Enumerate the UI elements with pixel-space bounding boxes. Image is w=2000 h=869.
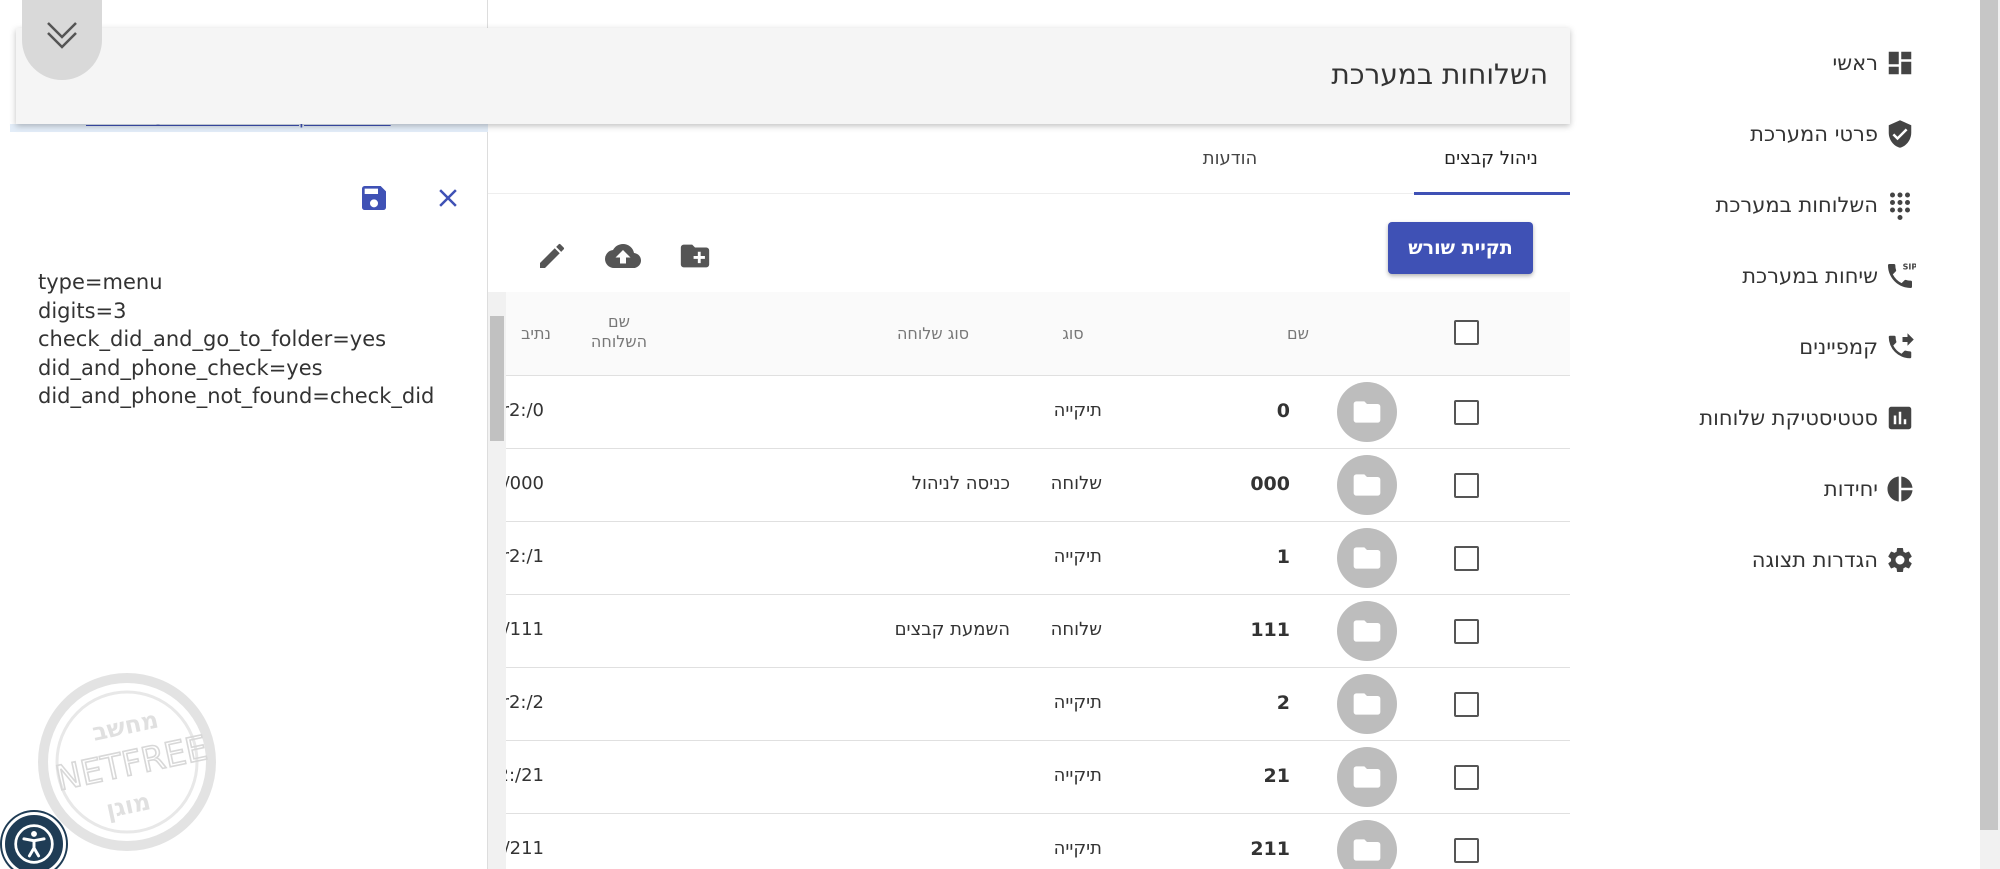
dialpad-icon [1884, 189, 1916, 221]
sidebar: ראשי פרטי המערכת השלוחות במערכת SIP שיחו… [1570, 0, 1980, 869]
add-folder-icon[interactable] [677, 238, 713, 274]
phone-forward-icon [1884, 331, 1916, 363]
folder-icon [1337, 601, 1397, 661]
sidebar-item-display-settings[interactable]: הגדרות תצוגה [1752, 540, 1916, 580]
table-scrollbar-thumb[interactable] [490, 316, 504, 441]
tab-file-management[interactable]: ניהול קבצים [1406, 148, 1576, 169]
tab-messages[interactable]: הודעות [1170, 148, 1290, 169]
folder-icon [1337, 382, 1397, 442]
active-tab-indicator [1414, 192, 1570, 195]
table-row[interactable]: 111 שלוחה השמעת קבצים /111 [488, 595, 1570, 668]
column-name: שם [1287, 324, 1309, 343]
edit-pencil-icon[interactable] [534, 238, 570, 274]
root-folder-button[interactable]: תקיית שורש [1388, 222, 1533, 274]
sidebar-item-label: שיחות במערכת [1742, 264, 1878, 288]
row-checkbox[interactable] [1454, 838, 1479, 863]
sidebar-item-label: יחידות [1823, 477, 1878, 501]
row-checkbox[interactable] [1454, 473, 1479, 498]
column-extension-name: שם השלוחה [590, 312, 648, 351]
row-checkbox[interactable] [1454, 619, 1479, 644]
row-name: 0 [1276, 400, 1290, 422]
page-scrollbar-thumb[interactable] [1980, 0, 1998, 830]
accessibility-button[interactable] [2, 812, 66, 869]
folder-icon [1337, 455, 1397, 515]
tabs-bar: ניהול קבצים הודעות [488, 130, 1570, 195]
row-name: 21 [1263, 765, 1290, 787]
row-checkbox[interactable] [1454, 400, 1479, 425]
column-path: נתיב [521, 324, 551, 343]
row-type: תיקייה [1053, 400, 1102, 421]
table-row[interactable]: 21 תיקייה 2:/21 [488, 741, 1570, 814]
sidebar-item-label: ראשי [1832, 51, 1878, 75]
bar-chart-icon [1884, 402, 1916, 434]
row-checkbox[interactable] [1454, 765, 1479, 790]
upload-cloud-icon[interactable] [605, 238, 641, 274]
page-header: השלוחות במערכת [16, 28, 1570, 124]
select-all-checkbox[interactable] [1454, 320, 1479, 345]
row-type: תיקייה [1053, 692, 1102, 713]
file-editor-panel: לשלוחה הקודמת - ומשם לכניסה לניהול type=… [0, 0, 488, 869]
accessibility-icon [14, 824, 54, 864]
collapse-panel-button[interactable] [22, 0, 102, 80]
folder-icon [1337, 528, 1397, 588]
row-type: שלוחה [1050, 473, 1102, 494]
table-row[interactable]: 2 תיקייה r2:/2 [488, 668, 1570, 741]
gear-icon [1884, 544, 1916, 576]
row-name: 1 [1276, 546, 1290, 568]
sidebar-item-home[interactable]: ראשי [1833, 43, 1916, 83]
row-path: /111 [503, 619, 544, 640]
row-checkbox[interactable] [1454, 546, 1479, 571]
sip-phone-icon: SIP [1884, 260, 1916, 292]
sidebar-item-label: פרטי המערכת [1750, 122, 1878, 146]
close-icon[interactable] [430, 180, 466, 216]
sidebar-item-label: הגדרות תצוגה [1751, 548, 1878, 572]
table-row[interactable]: 1 תיקייה r2:/1 [488, 522, 1570, 595]
sidebar-item-label: קמפיינים [1799, 335, 1878, 359]
svg-text:SIP: SIP [1903, 262, 1916, 271]
row-path: r2:/2 [501, 692, 544, 713]
row-type: תיקייה [1053, 546, 1102, 567]
dashboard-icon [1884, 47, 1916, 79]
sidebar-item-label: השלוחות במערכת [1715, 193, 1878, 217]
ini-file-content[interactable]: type=menu digits=3 check_did_and_go_to_f… [38, 268, 434, 411]
row-path: /000 [503, 473, 544, 494]
row-name: 211 [1250, 838, 1290, 860]
sidebar-item-label: סטטיסטיקת שלוחות [1699, 406, 1878, 430]
folder-icon [1337, 820, 1397, 869]
sidebar-item-units[interactable]: יחידות [1824, 469, 1916, 509]
sidebar-item-extension-stats[interactable]: סטטיסטיקת שלוחות [1699, 398, 1916, 438]
row-path: r2:/0 [501, 400, 544, 421]
folder-icon [1337, 674, 1397, 734]
sidebar-item-calls[interactable]: SIP שיחות במערכת [1742, 256, 1916, 296]
folder-icon [1337, 747, 1397, 807]
row-path: r2:/1 [501, 546, 544, 567]
row-extension-type: כניסה לניהול [911, 473, 1010, 494]
row-path: /211 [503, 838, 544, 859]
files-table-header: שם סוג סוג שלוחה שם השלוחה נתיב [488, 292, 1570, 376]
row-type: תיקייה [1053, 765, 1102, 786]
watermark-bottom: מוגן [104, 787, 153, 824]
sidebar-item-extensions[interactable]: השלוחות במערכת [1716, 185, 1916, 225]
column-type: סוג [1062, 324, 1084, 343]
row-type: תיקייה [1053, 838, 1102, 859]
table-row[interactable]: 0 תיקייה r2:/0 [488, 376, 1570, 449]
sidebar-item-system-details[interactable]: פרטי המערכת [1750, 114, 1916, 154]
row-checkbox[interactable] [1454, 692, 1479, 717]
save-icon[interactable] [356, 180, 392, 216]
row-name: 000 [1250, 473, 1290, 495]
table-row[interactable]: 211 תיקייה /211 [488, 814, 1570, 869]
column-extension-type: סוג שלוחה [896, 324, 970, 343]
sidebar-item-campaigns[interactable]: קמפיינים [1799, 327, 1916, 367]
row-name: 111 [1250, 619, 1290, 641]
chevron-double-down-icon [47, 22, 77, 49]
pie-chart-icon [1884, 473, 1916, 505]
table-row[interactable]: 000 שלוחה כניסה לניהול /000 [488, 449, 1570, 522]
row-type: שלוחה [1050, 619, 1102, 640]
shield-check-icon [1884, 118, 1916, 150]
page-title: השלוחות במערכת [1331, 58, 1548, 91]
row-name: 2 [1276, 692, 1290, 714]
row-extension-type: השמעת קבצים [894, 619, 1010, 640]
